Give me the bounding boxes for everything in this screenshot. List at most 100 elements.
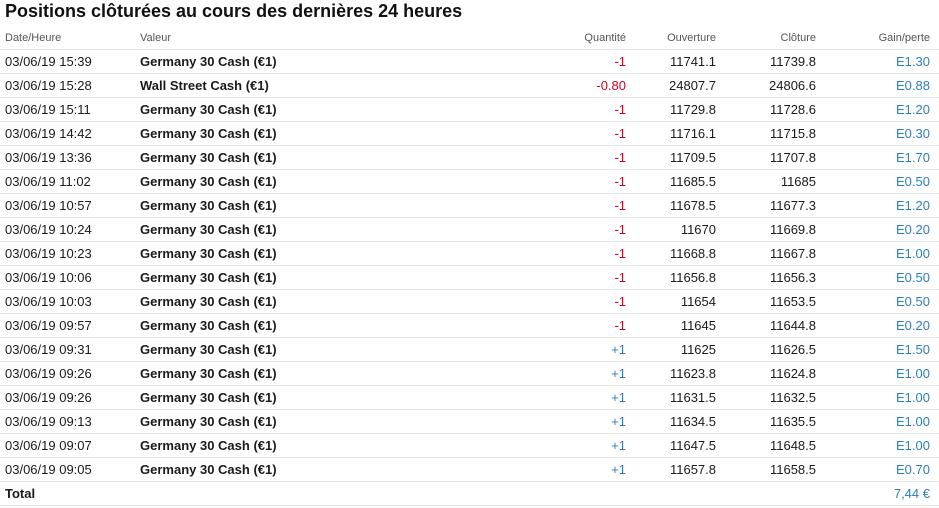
cell-ouverture: 11716.1 — [626, 121, 716, 146]
cell-gain: E1.00 — [816, 433, 939, 458]
header-cloture[interactable]: Clôture — [716, 27, 816, 50]
cell-ouverture: 11668.8 — [626, 241, 716, 266]
cell-quantite: -1 — [520, 241, 626, 266]
cell-gain: E0.50 — [816, 265, 939, 290]
table-row[interactable]: 03/06/19 15:28 Wall Street Cash (€1) -0.… — [0, 73, 939, 98]
table-row[interactable]: 03/06/19 10:06 Germany 30 Cash (€1) -1 1… — [0, 265, 939, 290]
cell-cloture: 11632.5 — [716, 385, 816, 410]
cell-date: 03/06/19 09:07 — [0, 433, 140, 458]
table-row[interactable]: 03/06/19 11:02 Germany 30 Cash (€1) -1 1… — [0, 169, 939, 194]
cell-ouverture: 11670 — [626, 217, 716, 242]
cell-gain: E1.20 — [816, 193, 939, 218]
cell-ouverture: 11647.5 — [626, 433, 716, 458]
cell-cloture: 11667.8 — [716, 241, 816, 266]
header-gain[interactable]: Gain/perte — [816, 27, 939, 50]
cell-gain: E0.50 — [816, 169, 939, 194]
cell-valeur: Germany 30 Cash (€1) — [140, 193, 520, 218]
cell-gain: E1.50 — [816, 337, 939, 362]
cell-ouverture: 11741.1 — [626, 49, 716, 74]
cell-date: 03/06/19 09:26 — [0, 361, 140, 386]
cell-valeur: Germany 30 Cash (€1) — [140, 289, 520, 314]
cell-valeur: Germany 30 Cash (€1) — [140, 217, 520, 242]
cell-ouverture: 11678.5 — [626, 193, 716, 218]
cell-gain: E0.88 — [816, 73, 939, 98]
cell-quantite: -1 — [520, 121, 626, 146]
total-spacer — [140, 481, 520, 506]
table-row[interactable]: 03/06/19 10:57 Germany 30 Cash (€1) -1 1… — [0, 193, 939, 218]
cell-quantite: +1 — [520, 361, 626, 386]
cell-date: 03/06/19 09:57 — [0, 313, 140, 338]
cell-ouverture: 11625 — [626, 337, 716, 362]
cell-valeur: Germany 30 Cash (€1) — [140, 385, 520, 410]
cell-gain: E1.20 — [816, 97, 939, 122]
cell-valeur: Germany 30 Cash (€1) — [140, 169, 520, 194]
cell-quantite: +1 — [520, 457, 626, 482]
cell-cloture: 11728.6 — [716, 97, 816, 122]
cell-cloture: 11707.8 — [716, 145, 816, 170]
cell-quantite: -1 — [520, 49, 626, 74]
cell-gain: E0.20 — [816, 313, 939, 338]
table-row[interactable]: 03/06/19 09:26 Germany 30 Cash (€1) +1 1… — [0, 385, 939, 410]
cell-valeur: Germany 30 Cash (€1) — [140, 241, 520, 266]
cell-gain: E0.70 — [816, 457, 939, 482]
cell-date: 03/06/19 09:31 — [0, 337, 140, 362]
cell-quantite: -1 — [520, 217, 626, 242]
cell-date: 03/06/19 09:13 — [0, 409, 140, 434]
cell-valeur: Germany 30 Cash (€1) — [140, 121, 520, 146]
cell-ouverture: 24807.7 — [626, 73, 716, 98]
cell-quantite: -1 — [520, 145, 626, 170]
cell-ouverture: 11654 — [626, 289, 716, 314]
table-row[interactable]: 03/06/19 10:24 Germany 30 Cash (€1) -1 1… — [0, 217, 939, 242]
cell-gain: E1.30 — [816, 49, 939, 74]
table-row[interactable]: 03/06/19 09:05 Germany 30 Cash (€1) +1 1… — [0, 457, 939, 482]
cell-valeur: Germany 30 Cash (€1) — [140, 457, 520, 482]
cell-quantite: -1 — [520, 313, 626, 338]
table-row[interactable]: 03/06/19 09:26 Germany 30 Cash (€1) +1 1… — [0, 361, 939, 386]
total-spacer — [520, 481, 626, 506]
cell-ouverture: 11685.5 — [626, 169, 716, 194]
cell-quantite: +1 — [520, 409, 626, 434]
cell-valeur: Germany 30 Cash (€1) — [140, 97, 520, 122]
total-spacer — [626, 481, 716, 506]
cell-cloture: 11677.3 — [716, 193, 816, 218]
table-row[interactable]: 03/06/19 09:07 Germany 30 Cash (€1) +1 1… — [0, 433, 939, 458]
table-row[interactable]: 03/06/19 09:31 Germany 30 Cash (€1) +1 1… — [0, 337, 939, 362]
header-date[interactable]: Date/Heure — [0, 27, 140, 50]
cell-cloture: 11644.8 — [716, 313, 816, 338]
table-row[interactable]: 03/06/19 15:39 Germany 30 Cash (€1) -1 1… — [0, 49, 939, 74]
cell-valeur: Germany 30 Cash (€1) — [140, 409, 520, 434]
cell-date: 03/06/19 13:36 — [0, 145, 140, 170]
cell-date: 03/06/19 09:05 — [0, 457, 140, 482]
cell-date: 03/06/19 10:03 — [0, 289, 140, 314]
cell-ouverture: 11645 — [626, 313, 716, 338]
cell-ouverture: 11631.5 — [626, 385, 716, 410]
cell-date: 03/06/19 11:02 — [0, 169, 140, 194]
cell-cloture: 11635.5 — [716, 409, 816, 434]
cell-ouverture: 11623.8 — [626, 361, 716, 386]
header-ouverture[interactable]: Ouverture — [626, 27, 716, 50]
cell-quantite: +1 — [520, 433, 626, 458]
table-row[interactable]: 03/06/19 10:03 Germany 30 Cash (€1) -1 1… — [0, 289, 939, 314]
cell-date: 03/06/19 15:28 — [0, 73, 140, 98]
table-row[interactable]: 03/06/19 15:11 Germany 30 Cash (€1) -1 1… — [0, 97, 939, 122]
table-row[interactable]: 03/06/19 14:42 Germany 30 Cash (€1) -1 1… — [0, 121, 939, 146]
cell-cloture: 24806.6 — [716, 73, 816, 98]
header-quantite[interactable]: Quantité — [520, 27, 626, 50]
cell-date: 03/06/19 09:26 — [0, 385, 140, 410]
header-valeur[interactable]: Valeur — [140, 27, 520, 50]
cell-gain: E0.30 — [816, 121, 939, 146]
table-row[interactable]: 03/06/19 09:57 Germany 30 Cash (€1) -1 1… — [0, 313, 939, 338]
cell-ouverture: 11634.5 — [626, 409, 716, 434]
table-row[interactable]: 03/06/19 13:36 Germany 30 Cash (€1) -1 1… — [0, 145, 939, 170]
cell-quantite: -1 — [520, 169, 626, 194]
cell-gain: E1.00 — [816, 361, 939, 386]
closed-positions-panel: Positions clôturées au cours des dernièr… — [0, 0, 939, 508]
cell-valeur: Germany 30 Cash (€1) — [140, 337, 520, 362]
cell-valeur: Wall Street Cash (€1) — [140, 73, 520, 98]
cell-cloture: 11626.5 — [716, 337, 816, 362]
cell-date: 03/06/19 10:23 — [0, 241, 140, 266]
cell-date: 03/06/19 14:42 — [0, 121, 140, 146]
table-row[interactable]: 03/06/19 09:13 Germany 30 Cash (€1) +1 1… — [0, 409, 939, 434]
cell-date: 03/06/19 10:06 — [0, 265, 140, 290]
table-row[interactable]: 03/06/19 10:23 Germany 30 Cash (€1) -1 1… — [0, 241, 939, 266]
